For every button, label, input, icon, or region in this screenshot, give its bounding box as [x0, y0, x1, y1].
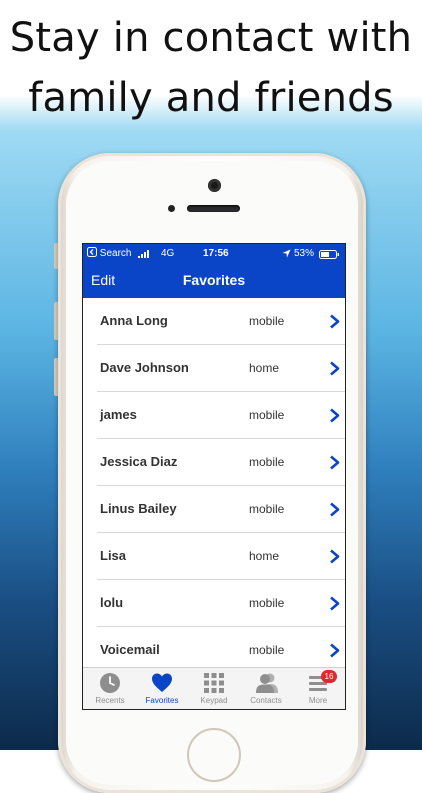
contacts-icon — [256, 673, 278, 693]
proximity-sensor — [168, 205, 175, 212]
phone-type: mobile — [249, 596, 285, 610]
earpiece-speaker — [187, 205, 240, 212]
contact-name: Jessica Diaz — [100, 454, 178, 469]
clock-icon — [100, 673, 120, 693]
phone-type: mobile — [249, 314, 285, 328]
heart-icon — [152, 673, 172, 692]
chevron-right-icon — [330, 502, 340, 517]
contact-name: Anna Long — [100, 313, 168, 328]
back-to-search[interactable]: Search — [87, 244, 131, 264]
tab-label: Recents — [95, 696, 125, 705]
favorite-row[interactable]: Jessica Diaz mobile — [83, 439, 345, 486]
chevron-right-icon — [330, 596, 340, 611]
favorite-row[interactable]: Linus Bailey mobile — [83, 486, 345, 533]
favorite-row[interactable]: lolu mobile — [83, 580, 345, 627]
home-button — [187, 728, 241, 782]
phone-type: mobile — [249, 502, 285, 516]
favorites-list: Anna Long mobile Dave Johnson home james… — [83, 298, 345, 674]
promo-line-2: family and friends — [28, 75, 394, 121]
tab-label: Contacts — [250, 696, 282, 705]
tab-favorites[interactable]: Favorites — [136, 668, 188, 709]
promo-headline: Stay in contact with family and friends — [0, 8, 422, 128]
front-camera — [208, 179, 221, 192]
contact-name: Linus Bailey — [100, 501, 177, 516]
chevron-right-icon — [330, 455, 340, 470]
favorite-row[interactable]: james mobile — [83, 392, 345, 439]
tab-label: Keypad — [200, 696, 228, 705]
back-arrow-icon — [87, 247, 97, 257]
tab-more[interactable]: 16 More — [292, 668, 344, 709]
phone-type: home — [249, 361, 280, 375]
chevron-right-icon — [330, 361, 340, 376]
tab-keypad[interactable]: Keypad — [188, 668, 240, 709]
favorite-row[interactable]: Lisa home — [83, 533, 345, 580]
phone-type: home — [249, 549, 280, 563]
status-bar: Search 4G 17:56 53% — [83, 244, 345, 264]
tab-recents[interactable]: Recents — [84, 668, 136, 709]
signal-icon — [138, 250, 151, 258]
battery-percent: 53% — [294, 248, 315, 259]
notification-badge: 16 — [321, 670, 337, 683]
contact-name: Dave Johnson — [100, 360, 189, 375]
status-time: 17:56 — [203, 248, 229, 259]
phone-type: mobile — [249, 455, 285, 469]
location-icon — [282, 249, 291, 258]
keypad-icon — [204, 673, 224, 693]
promo-line-1: Stay in contact with — [9, 15, 413, 61]
tab-bar: Recents Favorites Keypad Contacts 16 Mor… — [83, 667, 345, 709]
chevron-right-icon — [330, 549, 340, 564]
chevron-right-icon — [330, 643, 340, 658]
tab-label: More — [308, 696, 328, 705]
page-title: Favorites — [182, 272, 246, 288]
tab-contacts[interactable]: Contacts — [240, 668, 292, 709]
nav-bar: Edit Favorites — [83, 264, 345, 298]
app-screen: Search 4G 17:56 53% Edit Favorites Anna … — [82, 243, 346, 710]
chevron-right-icon — [330, 408, 340, 423]
network-type: 4G — [161, 248, 175, 259]
contact-name: james — [100, 407, 137, 422]
chevron-right-icon — [330, 314, 340, 329]
back-label: Search — [99, 248, 132, 259]
tab-label: Favorites — [145, 696, 179, 705]
favorite-row[interactable]: Dave Johnson home — [83, 345, 345, 392]
battery-icon — [319, 250, 340, 259]
favorite-row[interactable]: Anna Long mobile — [83, 298, 345, 345]
contact-name: Lisa — [100, 548, 127, 563]
phone-type: mobile — [249, 408, 285, 422]
contact-name: lolu — [100, 595, 124, 610]
